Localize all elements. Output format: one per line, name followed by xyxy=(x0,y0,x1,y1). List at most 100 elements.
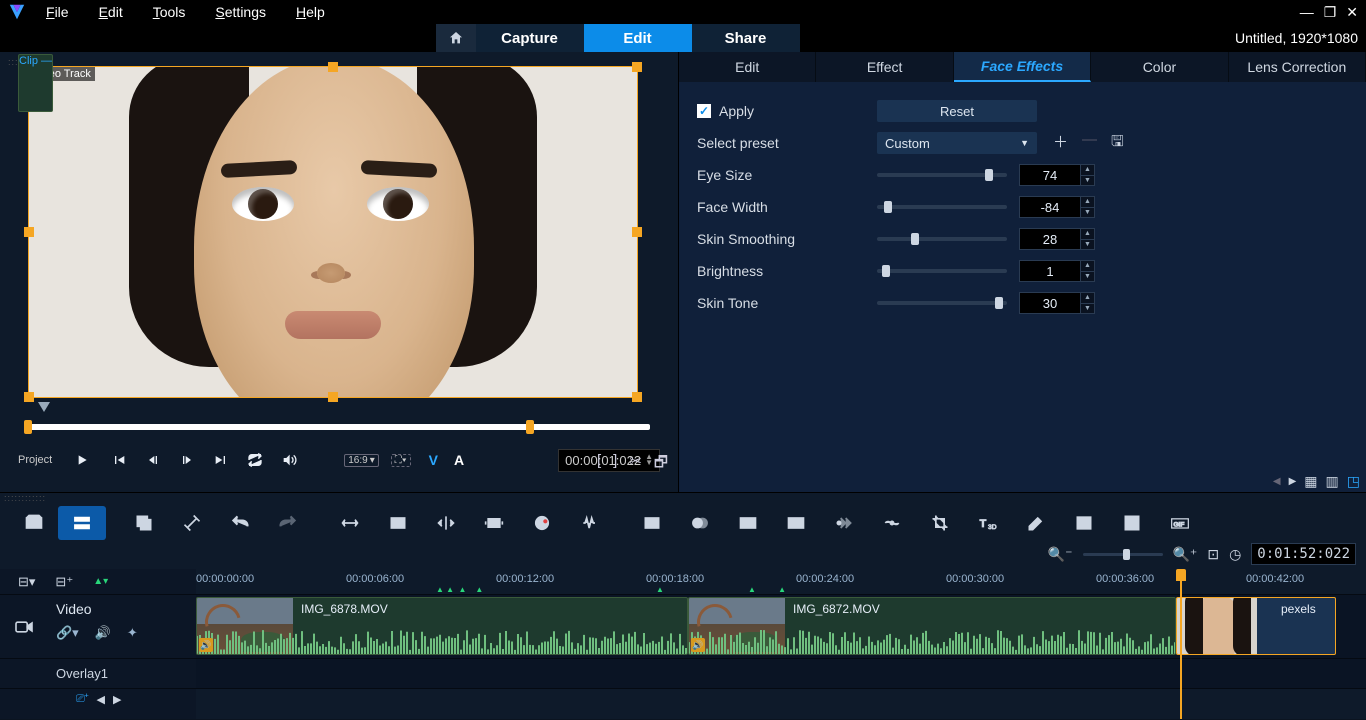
reset-button[interactable]: Reset xyxy=(877,100,1037,122)
preset-select[interactable]: Custom▼ xyxy=(877,132,1037,154)
param-spinner[interactable]: ▲▼ xyxy=(1081,292,1095,314)
remove-preset-icon[interactable]: — xyxy=(1082,131,1097,156)
apply-checkbox[interactable]: ✓ xyxy=(697,104,711,118)
fit-timeline-icon[interactable]: ⊡ xyxy=(1207,546,1219,563)
go-end-button[interactable] xyxy=(210,449,232,471)
chroma-key-button[interactable] xyxy=(1060,506,1108,540)
3d-title-button[interactable]: T3D xyxy=(964,506,1012,540)
resize-handle[interactable] xyxy=(24,392,34,402)
step-fwd-button[interactable] xyxy=(176,449,198,471)
resize-handle[interactable] xyxy=(632,62,642,72)
menu-edit[interactable]: Edit xyxy=(99,4,123,20)
play-button[interactable] xyxy=(68,446,96,474)
split-screen-button[interactable] xyxy=(772,506,820,540)
trim-bar[interactable] xyxy=(28,424,650,430)
video-track-icon[interactable] xyxy=(0,595,48,658)
track-markers-icon[interactable]: ▲▾ xyxy=(93,576,108,587)
preview-scrubber[interactable] xyxy=(28,404,650,420)
side-tab-color[interactable]: Color xyxy=(1091,52,1228,82)
param-value[interactable]: 28 xyxy=(1019,228,1081,250)
save-preset-icon[interactable]: 🖫 xyxy=(1111,131,1124,156)
resize-handle[interactable] xyxy=(632,392,642,402)
go-start-button[interactable] xyxy=(108,449,130,471)
close-icon[interactable]: ✕ xyxy=(1346,4,1358,21)
menu-settings[interactable]: Settings xyxy=(215,4,266,20)
tools-button[interactable] xyxy=(168,506,216,540)
side-tab-lens-correction[interactable]: Lens Correction xyxy=(1229,52,1366,82)
menu-tools[interactable]: Tools xyxy=(153,4,186,20)
panel-layout2-icon[interactable]: ▥ xyxy=(1326,473,1339,490)
param-value[interactable]: 30 xyxy=(1019,292,1081,314)
mark-out-icon[interactable]: ] xyxy=(613,452,617,477)
motion-tracking-button[interactable] xyxy=(628,506,676,540)
timeline-clip[interactable]: IMG_6878.MOV🔊 xyxy=(196,597,688,655)
param-value[interactable]: 1 xyxy=(1019,260,1081,282)
track-link-icon[interactable]: 🔗▾ xyxy=(56,625,79,641)
menu-file[interactable]: File xyxy=(46,4,69,20)
param-slider[interactable] xyxy=(877,173,1007,177)
undo-button[interactable] xyxy=(216,506,264,540)
param-spinner[interactable]: ▲▼ xyxy=(1081,260,1095,282)
preview-canvas[interactable]: Video Track xyxy=(28,66,638,398)
snapshot-icon[interactable]: 🗗 xyxy=(654,452,668,477)
add-overlay-icon[interactable]: ⎚⁺ xyxy=(76,693,89,706)
param-value[interactable]: 74 xyxy=(1019,164,1081,186)
resize-handle[interactable] xyxy=(632,227,642,237)
zoom-in-icon[interactable]: 🔍⁺ xyxy=(1173,546,1198,563)
redo-button[interactable] xyxy=(264,506,312,540)
param-slider[interactable] xyxy=(877,237,1007,241)
step-back-button[interactable] xyxy=(142,449,164,471)
color-button[interactable] xyxy=(518,506,566,540)
panel-expand-icon[interactable]: ◳ xyxy=(1347,473,1360,490)
zoom-out-icon[interactable]: 🔍⁻ xyxy=(1048,546,1073,563)
gif-button[interactable]: GIF xyxy=(1156,506,1204,540)
side-tab-edit[interactable]: Edit xyxy=(679,52,816,82)
pan-zoom-button[interactable] xyxy=(374,506,422,540)
resize-handle[interactable] xyxy=(328,392,338,402)
timeline-clip[interactable]: IMG_6872.MOV🔊 xyxy=(688,597,1176,655)
trim-in-handle[interactable] xyxy=(24,420,32,434)
audio-fade-button[interactable]: A xyxy=(454,452,464,468)
param-slider[interactable] xyxy=(877,269,1007,273)
resize-mode-selector[interactable]: ⛶▾ xyxy=(391,454,411,467)
home-button[interactable] xyxy=(436,24,476,52)
minimize-icon[interactable]: — xyxy=(1300,4,1314,20)
subtitle-button[interactable] xyxy=(724,506,772,540)
tab-capture[interactable]: Capture xyxy=(476,24,584,52)
video-fade-button[interactable]: V xyxy=(429,452,438,468)
overlay-track[interactable] xyxy=(196,659,1366,689)
side-tab-effect[interactable]: Effect xyxy=(816,52,953,82)
multi-trim-button[interactable] xyxy=(470,506,518,540)
split-tool-button[interactable] xyxy=(422,506,470,540)
track-options-icon[interactable]: ⊟▾ xyxy=(18,574,35,590)
hscroll-left-icon[interactable]: ◀ xyxy=(97,693,105,706)
tab-edit[interactable]: Edit xyxy=(584,24,692,52)
param-value[interactable]: -84 xyxy=(1019,196,1081,218)
add-preset-icon[interactable]: ＋ xyxy=(1053,131,1068,156)
overlay-track-header[interactable]: Overlay1 xyxy=(0,659,196,689)
stabilize-button[interactable] xyxy=(868,506,916,540)
split-icon[interactable]: ✂ xyxy=(629,452,642,477)
mask-button[interactable] xyxy=(676,506,724,540)
volume-button[interactable] xyxy=(278,449,300,471)
track-mute-icon[interactable]: 🔊 xyxy=(95,625,111,641)
storyboard-view-button[interactable] xyxy=(10,506,58,540)
project-clip-toggle[interactable]: Project Clip — xyxy=(18,454,52,466)
duration-icon[interactable]: ◷ xyxy=(1229,546,1241,563)
video-track[interactable]: IMG_6878.MOV🔊IMG_6872.MOV🔊FX★pexels xyxy=(196,595,1366,659)
aspect-ratio-selector[interactable]: 16:9▾ xyxy=(344,454,379,467)
track-fx-icon[interactable]: ✦ xyxy=(127,625,138,641)
panel-scroll-right-icon[interactable]: ▶ xyxy=(1289,476,1297,487)
restore-icon[interactable]: ❐ xyxy=(1324,4,1337,21)
mark-in-icon[interactable]: [ xyxy=(597,452,601,477)
fit-project-button[interactable] xyxy=(326,506,374,540)
timeline-view-button[interactable] xyxy=(58,506,106,540)
audio-button[interactable] xyxy=(566,506,614,540)
copy-attributes-button[interactable] xyxy=(120,506,168,540)
track-add-icon[interactable]: ⊟⁺ xyxy=(55,574,73,590)
param-spinner[interactable]: ▲▼ xyxy=(1081,196,1095,218)
resize-handle[interactable] xyxy=(24,227,34,237)
paint-button[interactable] xyxy=(1012,506,1060,540)
param-spinner[interactable]: ▲▼ xyxy=(1081,164,1095,186)
speed-button[interactable] xyxy=(820,506,868,540)
